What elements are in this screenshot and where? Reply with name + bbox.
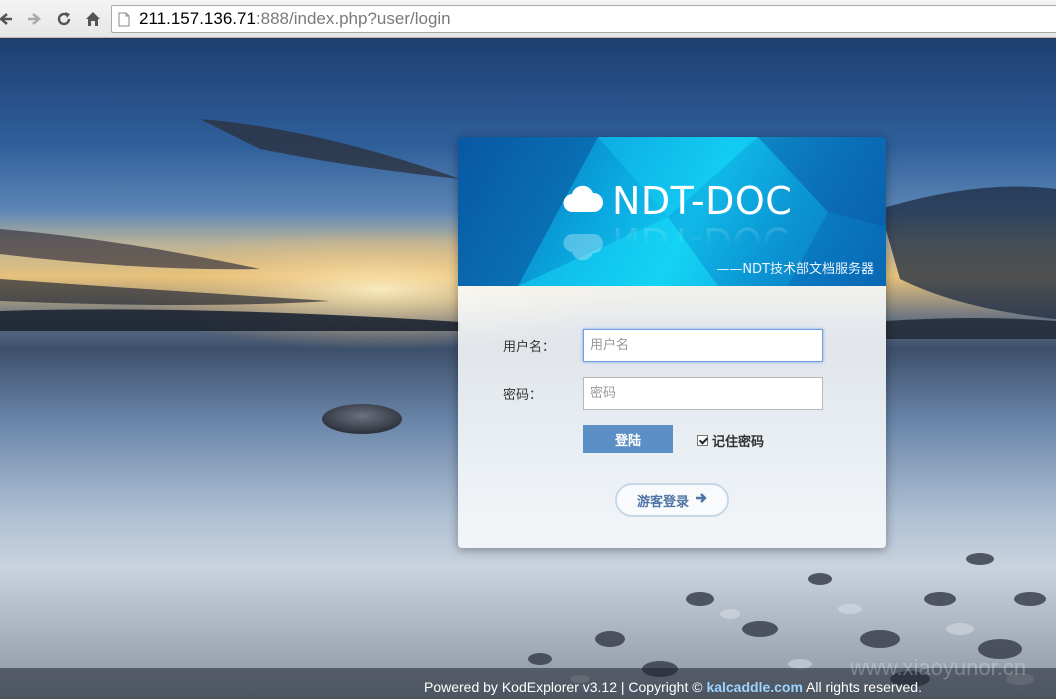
- guest-login-label: 游客登录: [636, 494, 689, 510]
- cloud-icon: [563, 185, 604, 217]
- cloud-reflection-icon: [563, 229, 604, 261]
- copyright-text: Powered by KodExplorer v3.12 | Copyright…: [424, 679, 922, 695]
- remember-password[interactable]: 记住密码: [697, 431, 764, 450]
- address-bar[interactable]: 211.157.136.71:888/index.php?user/login: [111, 5, 1056, 33]
- footer-prefix: Powered by KodExplorer v3.12 | Copyright…: [424, 679, 707, 695]
- back-arrow-icon[interactable]: [0, 8, 16, 30]
- remember-checkbox[interactable]: [697, 435, 708, 446]
- page-icon: [118, 12, 130, 31]
- password-input[interactable]: [583, 377, 823, 410]
- url-path: :888/index.php?user/login: [255, 9, 451, 28]
- kalcaddle-link[interactable]: kalcaddle.com: [706, 679, 803, 695]
- login-form: 用户名： 密码： 登陆 记住密码 游客登录: [458, 286, 886, 548]
- footer-suffix: All rights reserved.: [802, 679, 922, 695]
- arrow-right-icon: [695, 492, 707, 508]
- guest-login-button[interactable]: 游客登录: [615, 483, 729, 517]
- home-icon[interactable]: [82, 8, 104, 30]
- remember-label: 记住密码: [712, 435, 765, 450]
- username-input[interactable]: [583, 329, 823, 362]
- reload-icon[interactable]: [53, 8, 75, 30]
- login-card: NDT-DOC NDT-DOC ——NDT技术部文档服务器 用户名： 密码： 登…: [458, 137, 886, 548]
- username-label: 用户名：: [503, 340, 556, 355]
- brand-reflection: NDT-DOC: [612, 219, 789, 263]
- password-label: 密码：: [503, 388, 543, 403]
- url-host: 211.157.136.71: [139, 9, 256, 28]
- card-header: NDT-DOC NDT-DOC ——NDT技术部文档服务器: [458, 137, 886, 286]
- brand-subtitle: ——NDT技术部文档服务器: [716, 262, 874, 277]
- browser-toolbar: 211.157.136.71:888/index.php?user/login: [0, 0, 1056, 38]
- login-button[interactable]: 登陆: [583, 425, 673, 453]
- brand-title: NDT-DOC: [612, 179, 793, 223]
- url-text: 211.157.136.71:888/index.php?user/login: [139, 9, 451, 29]
- forward-arrow-icon[interactable]: [24, 8, 46, 30]
- watermark: www.xiaoyunor.cn: [850, 655, 1027, 680]
